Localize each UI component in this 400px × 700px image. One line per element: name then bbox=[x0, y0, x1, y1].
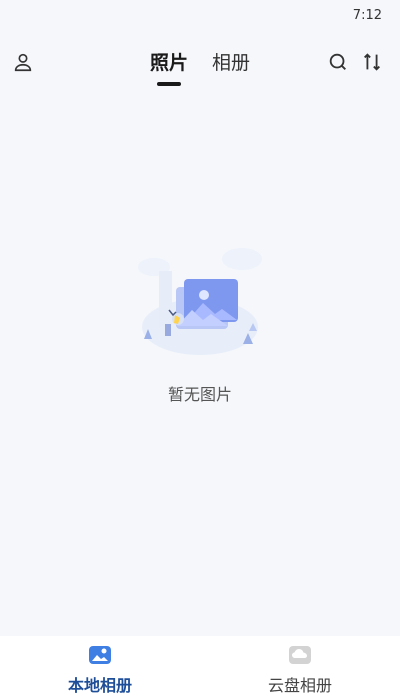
bottom-navigation: 本地相册 云盘相册 bbox=[0, 636, 400, 700]
cloud-album-icon bbox=[288, 645, 312, 665]
tab-photos[interactable]: 照片 bbox=[150, 48, 188, 75]
status-time: 7:12 bbox=[352, 8, 382, 23]
nav-label-local-album: 本地相册 bbox=[67, 676, 132, 695]
local-album-icon bbox=[88, 645, 112, 665]
nav-label-cloud-album: 云盘相册 bbox=[267, 676, 332, 695]
search-icon[interactable] bbox=[324, 48, 352, 76]
top-bar: 照片 相册 bbox=[0, 40, 400, 86]
tab-albums[interactable]: 相册 bbox=[212, 48, 250, 75]
tab-indicator bbox=[157, 82, 181, 86]
empty-state-message: 暂无图片 bbox=[167, 385, 232, 404]
nav-item-local-album[interactable]: 本地相册 bbox=[0, 636, 200, 700]
status-bar: 7:12 bbox=[0, 0, 400, 32]
sort-icon[interactable] bbox=[358, 48, 386, 76]
user-icon[interactable] bbox=[9, 48, 37, 76]
empty-photos-illustration bbox=[128, 243, 272, 361]
nav-item-cloud-album[interactable]: 云盘相册 bbox=[200, 636, 400, 700]
